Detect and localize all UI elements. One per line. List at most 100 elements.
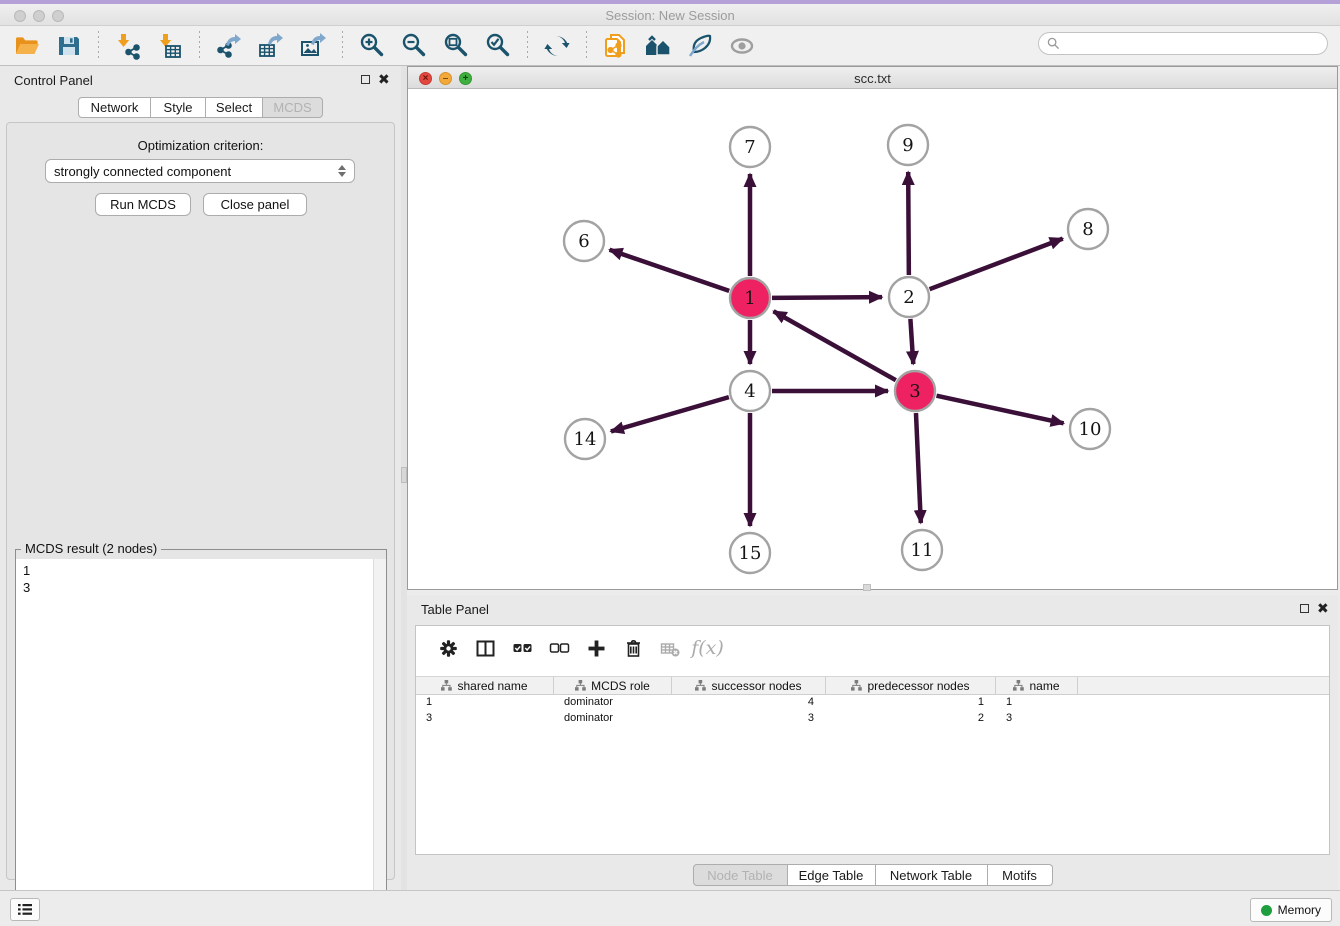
edge-1-6[interactable]: [610, 250, 730, 291]
tab-motifs[interactable]: Motifs: [988, 864, 1053, 886]
column-header-name[interactable]: name: [996, 677, 1078, 694]
zoom-out-button[interactable]: [393, 30, 435, 62]
zoom-out-icon: [400, 32, 428, 60]
import-network-icon: [114, 32, 142, 60]
node-label-10: 10: [1079, 419, 1102, 440]
table-cell: dominator: [554, 695, 672, 711]
apply-layout-button[interactable]: [536, 30, 578, 62]
task-history-button[interactable]: [10, 898, 40, 921]
edge-4-14[interactable]: [611, 397, 729, 431]
node-3[interactable]: 3: [895, 371, 935, 411]
import-table-button[interactable]: [149, 30, 191, 62]
search-field[interactable]: [1038, 32, 1328, 55]
edge-2-8[interactable]: [930, 239, 1063, 290]
memory-button[interactable]: Memory: [1250, 898, 1332, 922]
edge-2-9[interactable]: [908, 172, 909, 275]
table-float-panel-icon[interactable]: [1300, 604, 1309, 613]
column-header-shared-name[interactable]: shared name: [416, 677, 554, 694]
settings-gear-button[interactable]: [430, 635, 467, 661]
import-network-button[interactable]: [107, 30, 149, 62]
table-row[interactable]: 1dominator411: [416, 695, 1329, 711]
edge-3-1[interactable]: [774, 311, 896, 380]
mcds-result-title: MCDS result (2 nodes): [21, 541, 161, 556]
column-header-label: successor nodes: [711, 679, 801, 693]
network-canvas[interactable]: 7 9 6 8 1 2 4 3 14 10 15 11: [408, 89, 1337, 589]
result-scrollbar[interactable]: [373, 559, 386, 926]
close-panel-icon[interactable]: ✖: [378, 71, 390, 88]
zoom-fit-button[interactable]: [435, 30, 477, 62]
tab-mcds[interactable]: MCDS: [263, 97, 323, 118]
export-image-icon: [299, 32, 327, 60]
new-network-from-selection-button[interactable]: [595, 30, 637, 62]
table-panel-tabs: Node TableEdge TableNetwork TableMotifs: [407, 864, 1338, 886]
zoom-selected-icon: [484, 32, 512, 60]
run-mcds-button[interactable]: Run MCDS: [95, 193, 191, 216]
node-9[interactable]: 9: [888, 125, 928, 165]
zoom-in-button[interactable]: [351, 30, 393, 62]
apply-layout-icon: [543, 32, 571, 60]
node-6[interactable]: 6: [564, 221, 604, 261]
export-table-button[interactable]: [250, 30, 292, 62]
select-all-button[interactable]: [504, 635, 541, 661]
toolbar-separator: [586, 31, 587, 61]
show-column-panel-button[interactable]: [467, 635, 504, 661]
node-2[interactable]: 2: [889, 277, 929, 317]
open-file-icon: [13, 32, 41, 60]
horizontal-splitter-grip-icon[interactable]: [863, 584, 871, 591]
zoom-selected-button[interactable]: [477, 30, 519, 62]
open-file-button[interactable]: [6, 30, 48, 62]
show-graphics-button[interactable]: [679, 30, 721, 62]
table-body: 1dominator4113dominator323: [416, 695, 1329, 727]
node-8[interactable]: 8: [1068, 209, 1108, 249]
close-panel-button[interactable]: Close panel: [203, 193, 307, 216]
node-4[interactable]: 4: [730, 371, 770, 411]
table-row[interactable]: 3dominator323: [416, 711, 1329, 727]
import-table-icon: [156, 32, 184, 60]
column-header-successor-nodes[interactable]: successor nodes: [672, 677, 826, 694]
deselect-all-button[interactable]: [541, 635, 578, 661]
edge-3-11[interactable]: [916, 413, 921, 523]
first-neighbors-icon: [644, 32, 672, 60]
node-10[interactable]: 10: [1070, 409, 1110, 449]
column-header-MCDS-role[interactable]: MCDS role: [554, 677, 672, 694]
node-label-8: 8: [1082, 219, 1093, 240]
export-image-button[interactable]: [292, 30, 334, 62]
node-15[interactable]: 15: [730, 533, 770, 573]
delete-table-icon: [660, 638, 681, 659]
node-14[interactable]: 14: [565, 419, 605, 459]
hide-graphics-button[interactable]: [721, 30, 763, 62]
node-11[interactable]: 11: [902, 530, 942, 570]
tab-node-table[interactable]: Node Table: [693, 864, 788, 886]
tab-network[interactable]: Network: [78, 97, 151, 118]
application-window: Session: New Session Control Panel ✖ Net…: [0, 0, 1340, 926]
search-input[interactable]: [1060, 37, 1327, 51]
delete-column-button[interactable]: [615, 635, 652, 661]
edge-2-3[interactable]: [910, 319, 913, 364]
tab-style[interactable]: Style: [151, 97, 206, 118]
zoom-in-icon: [358, 32, 386, 60]
float-panel-icon[interactable]: [361, 75, 370, 84]
column-header-predecessor-nodes[interactable]: predecessor nodes: [826, 677, 996, 694]
add-column-button[interactable]: [578, 635, 615, 661]
first-neighbors-button[interactable]: [637, 30, 679, 62]
tab-network-table[interactable]: Network Table: [876, 864, 988, 886]
table-close-panel-icon[interactable]: ✖: [1317, 600, 1329, 617]
mcds-result-text[interactable]: 1 3: [16, 559, 386, 926]
column-type-icon: [851, 680, 862, 691]
save-session-button[interactable]: [48, 30, 90, 62]
function-builder-button[interactable]: f(x): [689, 635, 726, 661]
tab-edge-table[interactable]: Edge Table: [788, 864, 876, 886]
column-header-label: name: [1029, 679, 1059, 693]
edge-3-10[interactable]: [936, 396, 1063, 424]
network-frame-title: scc.txt: [408, 71, 1337, 86]
table-toolbar: f(x): [416, 626, 1329, 670]
node-1[interactable]: 1: [730, 278, 770, 318]
export-network-button[interactable]: [208, 30, 250, 62]
zoom-fit-icon: [442, 32, 470, 60]
delete-table-button[interactable]: [652, 635, 689, 661]
criterion-dropdown[interactable]: strongly connected component: [45, 159, 355, 183]
node-7[interactable]: 7: [730, 127, 770, 167]
tab-select[interactable]: Select: [206, 97, 263, 118]
toolbar-separator: [342, 31, 343, 61]
edge-1-2[interactable]: [772, 297, 882, 298]
